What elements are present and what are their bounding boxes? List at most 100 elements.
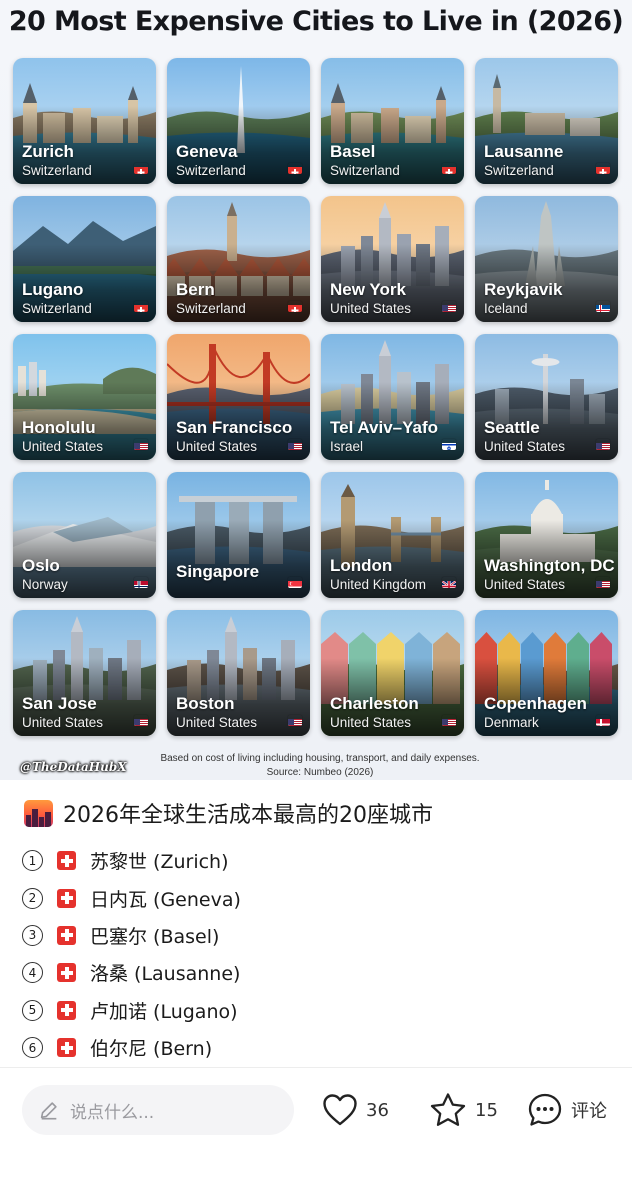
city-card[interactable]: Tel Aviv–Yafo Israel <box>321 334 464 460</box>
list-item: 4 洛桑 (Lausanne) <box>22 954 241 991</box>
city-card[interactable]: Reykjavik Iceland <box>475 196 618 322</box>
country-name: United States <box>176 715 258 730</box>
list-item: 1 苏黎世 (Zurich) <box>22 842 241 879</box>
source-note-line2: Source: Numbeo (2026) <box>266 767 374 778</box>
comment-placeholder: 说点什么... <box>70 1102 155 1123</box>
city-card[interactable]: Charleston United States <box>321 610 464 736</box>
list-item-text: 巴塞尔 (Basel) <box>90 925 220 948</box>
city-card[interactable]: San Francisco United States <box>167 334 310 460</box>
city-name: Copenhagen <box>484 694 587 713</box>
city-card[interactable]: Basel Switzerland <box>321 58 464 184</box>
heart-icon <box>323 1094 357 1126</box>
city-name: Boston <box>176 694 235 713</box>
country-name: United Kingdom <box>330 577 427 592</box>
country-name: Switzerland <box>330 163 400 178</box>
switzerland-flag-icon <box>134 163 148 174</box>
country-name: United States <box>484 439 566 454</box>
list-item-text: 洛桑 (Lausanne) <box>90 963 241 986</box>
switzerland-flag-icon <box>57 925 76 945</box>
country-name: United States <box>330 301 412 316</box>
circled-number: 5 <box>22 999 43 1021</box>
city-card[interactable]: San Jose United States <box>13 610 156 736</box>
country-name: United States <box>22 439 104 454</box>
list-item-text: 卢加诺 (Lugano) <box>90 1000 238 1023</box>
circled-number: 1 <box>22 850 43 872</box>
switzerland-flag-icon <box>57 1000 76 1020</box>
usa-flag-icon <box>596 577 610 588</box>
list-item: 3 巴塞尔 (Basel) <box>22 917 241 954</box>
city-name: Bern <box>176 280 215 299</box>
country-name: Iceland <box>484 301 528 316</box>
city-card[interactable]: Lugano Switzerland <box>13 196 156 322</box>
cityscape-emoji-icon <box>24 799 53 827</box>
like-button[interactable]: 36 <box>322 1090 389 1130</box>
switzerland-flag-icon <box>57 888 76 908</box>
city-name: Seattle <box>484 418 540 437</box>
city-card[interactable]: London United Kingdom <box>321 472 464 598</box>
city-name: Charleston <box>330 694 419 713</box>
pencil-icon <box>40 1102 57 1120</box>
city-card[interactable]: Bern Switzerland <box>167 196 310 322</box>
infographic-image[interactable]: 20 Most Expensive Cities to Live in (202… <box>0 0 632 780</box>
switzerland-flag-icon <box>57 1038 76 1058</box>
israel-flag-icon <box>442 439 456 450</box>
comment-button[interactable]: 评论 <box>527 1090 607 1130</box>
city-grid: Zurich Switzerland Geneva Switzerland Ba… <box>13 58 619 736</box>
country-name: United States <box>484 577 566 592</box>
favorite-count: 15 <box>475 1099 498 1121</box>
denmark-flag-icon <box>596 715 610 726</box>
switzerland-flag-icon <box>57 963 76 983</box>
country-name: Norway <box>22 577 68 592</box>
source-note: Based on cost of living including housin… <box>130 752 510 780</box>
favorite-button[interactable]: 15 <box>429 1090 498 1130</box>
comment-input[interactable]: 说点什么... <box>22 1085 294 1135</box>
divider <box>0 1067 632 1068</box>
iceland-flag-icon <box>596 301 610 312</box>
list-item-text: 伯尔尼 (Bern) <box>90 1038 213 1061</box>
city-name: Oslo <box>22 556 60 575</box>
city-card[interactable]: Honolulu United States <box>13 334 156 460</box>
city-card[interactable]: Oslo Norway <box>13 472 156 598</box>
city-card[interactable]: Washington, DC United States <box>475 472 618 598</box>
city-card[interactable]: Copenhagen Denmark <box>475 610 618 736</box>
city-card[interactable]: Geneva Switzerland <box>167 58 310 184</box>
switzerland-flag-icon <box>134 301 148 312</box>
usa-flag-icon <box>596 439 610 450</box>
city-card[interactable]: Lausanne Switzerland <box>475 58 618 184</box>
city-card[interactable]: Boston United States <box>167 610 310 736</box>
switzerland-flag-icon <box>596 163 610 174</box>
city-name: San Francisco <box>176 418 293 437</box>
list-item-text: 苏黎世 (Zurich) <box>90 851 229 874</box>
city-name: Lugano <box>22 280 84 299</box>
list-item: 6 伯尔尼 (Bern) <box>22 1029 241 1066</box>
country-name: Israel <box>330 439 364 454</box>
switzerland-flag-icon <box>288 301 302 312</box>
like-count: 36 <box>366 1099 389 1121</box>
infographic-title: 20 Most Expensive Cities to Live in (202… <box>8 6 624 37</box>
post-title: 2026年全球生活成本最高的20座城市 <box>24 797 433 829</box>
comment-label: 评论 <box>571 1101 607 1122</box>
switzerland-flag-icon <box>288 163 302 174</box>
city-card[interactable]: New York United States <box>321 196 464 322</box>
country-name: Denmark <box>484 715 539 730</box>
source-note-line1: Based on cost of living including housin… <box>160 753 480 764</box>
country-name: Switzerland <box>22 163 92 178</box>
city-name: Basel <box>330 142 376 161</box>
city-name: Zurich <box>22 142 74 161</box>
singapore-flag-icon <box>288 577 302 588</box>
usa-flag-icon <box>442 715 456 726</box>
circled-number: 2 <box>22 887 43 909</box>
city-name: San Jose <box>22 694 97 713</box>
circled-number: 6 <box>22 1037 43 1059</box>
country-name: United States <box>22 715 104 730</box>
usa-flag-icon <box>288 439 302 450</box>
usa-flag-icon <box>134 715 148 726</box>
uk-flag-icon <box>442 577 456 588</box>
city-card[interactable]: Singapore <box>167 472 310 598</box>
city-card[interactable]: Seattle United States <box>475 334 618 460</box>
city-name: Washington, DC <box>484 556 615 575</box>
city-card[interactable]: Zurich Switzerland <box>13 58 156 184</box>
circled-number: 3 <box>22 924 43 946</box>
list-item: 2 日内瓦 (Geneva) <box>22 879 241 916</box>
country-name: Switzerland <box>176 301 246 316</box>
